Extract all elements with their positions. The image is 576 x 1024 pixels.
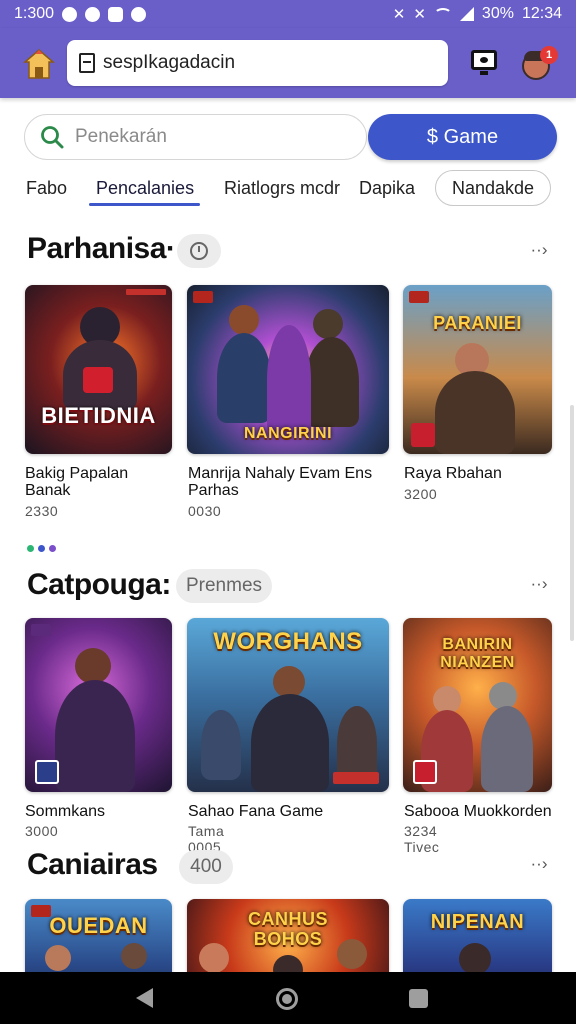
category-tabs: Fabo Pencalanies Riatlogrs mcdr Dapika N… (0, 168, 576, 208)
game-art-title: BIETIDNIA (41, 403, 156, 428)
url-text: sespIkagadacin (103, 52, 236, 73)
notification-icon (108, 6, 124, 22)
game-meta: 3200 (404, 486, 438, 502)
signal-icon (459, 7, 474, 21)
status-time-left: 1:300 (14, 5, 55, 22)
game-art-title: NANGIRINI (243, 425, 333, 442)
game-thumbnail: BIETIDNIA (25, 285, 172, 454)
wifi-icon (433, 7, 452, 21)
battery-level: 30% (481, 5, 514, 22)
recents-icon[interactable] (409, 989, 428, 1008)
search-icon (41, 126, 64, 149)
pager-dots (27, 545, 56, 552)
search-input[interactable] (75, 126, 335, 148)
system-nav-bar (0, 972, 576, 1024)
see-more-button[interactable]: ··› (524, 573, 554, 595)
tab-pencalanies[interactable]: Pencalanies (96, 168, 194, 208)
profile-avatar-button[interactable]: 1 (520, 46, 558, 80)
document-icon (79, 53, 95, 73)
section-chip[interactable]: Prenmes (176, 569, 272, 603)
game-thumbnail: WORGHANS (187, 618, 389, 792)
notification-badge: 1 (540, 46, 558, 64)
url-bar[interactable]: sespIkagadacin (67, 40, 448, 86)
tv-icon (471, 50, 497, 70)
game-art-title: BANIRIN NIANZEN (440, 636, 515, 671)
game-thumbnail (25, 618, 172, 792)
back-icon[interactable] (136, 988, 153, 1008)
game-thumbnail: NANGIRINI (187, 285, 389, 454)
game-thumbnail: PARANIEI (403, 285, 552, 454)
game-button[interactable]: $ Game (368, 114, 557, 160)
status-bar: 1:300 ✕ ✕ 30% 12:34 (0, 0, 576, 28)
home-icon[interactable] (276, 988, 298, 1010)
game-title: Sabooa Muokkorden (404, 803, 552, 820)
tab-nandakde[interactable]: Nandakde (435, 170, 552, 206)
home-castle-icon (22, 49, 56, 79)
notification-icon (131, 6, 147, 22)
game-art-title: PARANIEI (433, 313, 522, 333)
home-castle-button[interactable] (20, 46, 58, 82)
notification-icon (62, 6, 78, 22)
game-art-title: WORGHANS (213, 628, 363, 655)
section-title: Parhanisa· (27, 232, 176, 265)
arrow-right-icon: ··› (530, 240, 548, 259)
see-more-button[interactable]: ··› (524, 853, 554, 875)
game-art-title: OUEDAN (49, 913, 148, 938)
game-art-title: NIPENAN (430, 911, 525, 933)
scrollbar[interactable] (570, 405, 574, 641)
section-chip[interactable]: 400 (179, 850, 233, 884)
status-time-right: 12:34 (521, 5, 562, 22)
tab-riatlogrs[interactable]: Riatlogrs mcdr (224, 168, 340, 208)
section-title: Caniairas (27, 848, 158, 881)
nfc-icon: ✕ (413, 6, 426, 23)
game-thumbnail: BANIRIN NIANZEN (403, 618, 552, 792)
see-more-button[interactable]: ··› (524, 239, 554, 261)
section-chip[interactable] (177, 234, 221, 268)
section-title: Catpouga: (27, 568, 171, 601)
game-title: Manrija Nahaly Evam Ens Parhas (188, 465, 373, 499)
app-root: 1:300 ✕ ✕ 30% 12:34 sespIkagadacin 1 Pen… (0, 0, 576, 1024)
tab-dapika[interactable]: Dapika (359, 168, 415, 208)
game-title: Sommkans (25, 803, 106, 820)
arrow-right-icon: ··› (530, 854, 548, 873)
game-meta: 3234 Tivec (404, 823, 440, 855)
game-meta: 3000 (25, 823, 59, 839)
game-meta: 0030 (188, 503, 222, 519)
arrow-right-icon: ··› (530, 574, 548, 593)
clock-icon (190, 242, 208, 260)
mute-icon: ✕ (392, 6, 406, 23)
game-title: Sahao Fana Game (188, 803, 324, 820)
active-tab-indicator (89, 203, 200, 206)
game-title: Raya Rbahan (404, 465, 502, 482)
search-field[interactable] (24, 114, 367, 160)
tv-button[interactable] (470, 48, 498, 76)
notification-icon (85, 6, 101, 22)
game-title: Bakig Papalan Banak (25, 465, 129, 499)
tab-fabo[interactable]: Fabo (26, 168, 67, 208)
app-bar: sespIkagadacin 1 (0, 28, 576, 98)
game-meta: 2330 (25, 503, 59, 519)
